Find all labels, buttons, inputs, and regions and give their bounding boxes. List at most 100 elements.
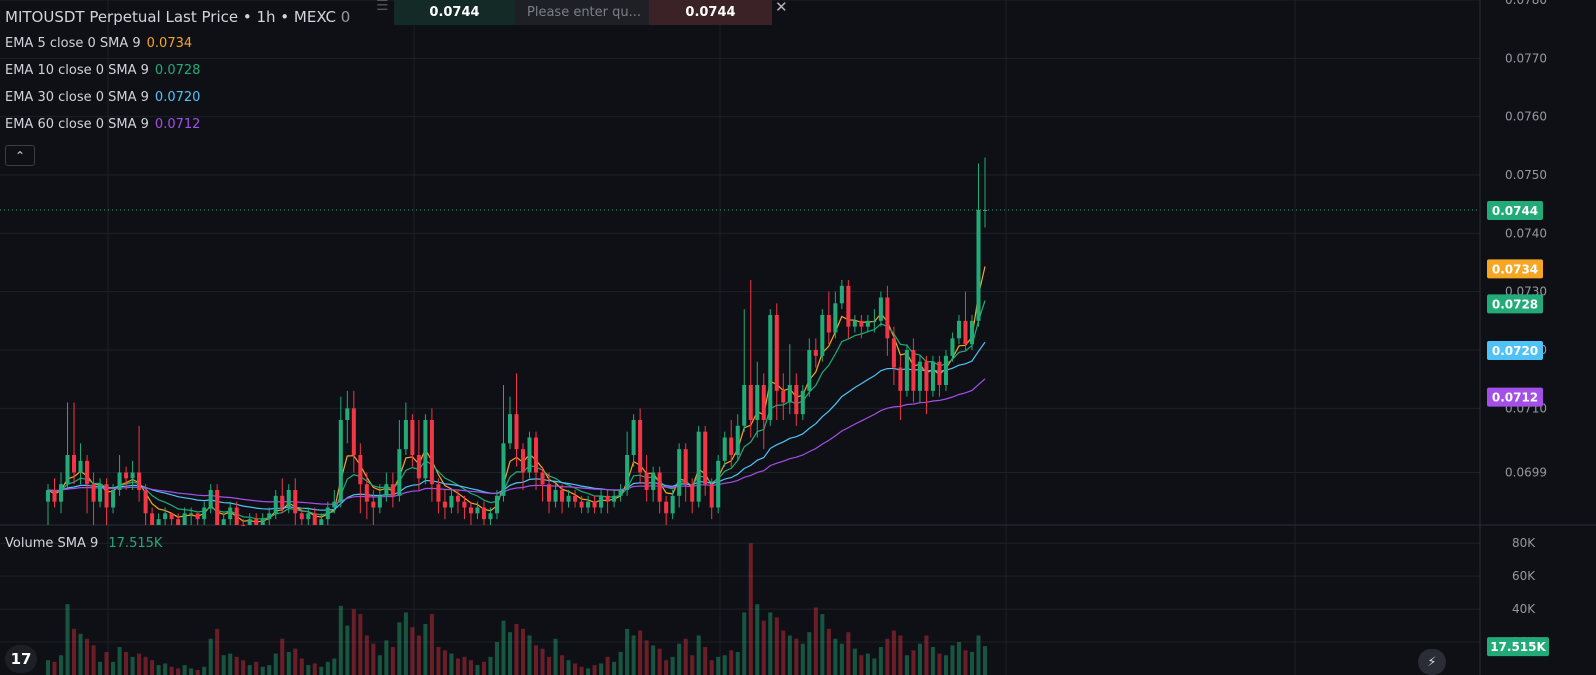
volume-bar <box>78 633 83 675</box>
candle-body <box>442 501 447 508</box>
quantity-input[interactable]: Please enter qu... <box>515 0 649 25</box>
volume-bar <box>416 635 421 675</box>
ema10-legend[interactable]: EMA 10 close 0 SMA 9 0.0728 <box>5 63 200 78</box>
volume-bar <box>963 650 968 675</box>
candle-body <box>878 297 883 321</box>
volume-bar <box>156 665 161 675</box>
volume-bar <box>176 668 181 675</box>
candle-body <box>579 501 584 508</box>
tradingview-logo-icon[interactable]: 17 <box>5 645 37 673</box>
volume-tick-label: 40K <box>1512 602 1536 616</box>
volume-bar <box>625 628 630 675</box>
ema5-legend[interactable]: EMA 5 close 0 SMA 9 0.0734 <box>5 36 192 51</box>
candle-body <box>45 490 51 502</box>
volume-bar <box>670 656 675 675</box>
volume-bar <box>189 668 194 675</box>
candle-body <box>709 484 714 508</box>
candle-body <box>306 513 311 520</box>
volume-bar <box>410 627 415 675</box>
drag-handle-icon[interactable]: ☰ <box>376 0 389 14</box>
candle-body <box>644 472 649 490</box>
price-badge-label: 0.0720 <box>1492 344 1538 358</box>
candle-body <box>670 495 675 514</box>
candle-body <box>449 495 454 508</box>
candle-body <box>599 495 604 508</box>
volume-bar <box>677 643 682 675</box>
candle-body <box>137 472 142 490</box>
candle-body <box>625 455 630 490</box>
ema30-legend[interactable]: EMA 30 close 0 SMA 9 0.0720 <box>5 90 200 105</box>
volume-bar <box>384 640 389 675</box>
volume-bar <box>169 666 174 675</box>
volume-bar <box>768 612 773 675</box>
candle-body <box>969 320 975 345</box>
sell-price-button[interactable]: 0.0744 <box>649 0 772 25</box>
volume-bar <box>377 655 382 675</box>
candle-body <box>924 361 929 391</box>
collapse-legend-button[interactable]: ⌃ <box>5 145 35 166</box>
candle-body <box>195 513 200 520</box>
candle-body <box>299 513 304 520</box>
candle-body <box>917 361 922 391</box>
volume-bar <box>612 661 617 675</box>
volume-bar <box>137 653 142 675</box>
candle-body <box>410 420 415 455</box>
volume-legend[interactable]: Volume SMA 9 17.515K <box>5 536 162 551</box>
buy-price-button[interactable]: 0.0744 <box>394 0 515 25</box>
volume-bar <box>293 648 298 675</box>
volume-bar <box>852 648 857 675</box>
candle-body <box>280 495 285 508</box>
candle-body <box>852 320 857 327</box>
candlestick-chart[interactable]: 0.06990.07100.07200.07300.07400.07500.07… <box>0 0 1596 675</box>
volume-bar <box>943 655 948 675</box>
volume-bar <box>306 665 311 675</box>
volume-bar <box>755 604 760 675</box>
candle-body <box>124 472 129 479</box>
candle-body <box>58 484 64 502</box>
volume-bar <box>182 665 187 675</box>
volume-bar <box>683 638 688 675</box>
candle-body <box>729 437 734 455</box>
volume-bar <box>904 655 909 675</box>
volume-bar <box>722 655 727 675</box>
candle-body <box>254 519 259 525</box>
candle-body <box>221 519 226 525</box>
volume-bar <box>117 647 122 675</box>
candle-body <box>312 513 317 525</box>
ema30-label: EMA 30 close 0 SMA 9 <box>5 90 149 105</box>
symbol-title[interactable]: MITOUSDT Perpetual Last Price • 1h • MEX… <box>5 8 350 26</box>
volume-bar <box>709 660 714 675</box>
candle-body <box>338 420 343 502</box>
candle-body <box>748 385 753 420</box>
candle-body <box>397 449 402 496</box>
volume-bar <box>898 635 903 675</box>
quick-order-panel: 0.0744 Please enter qu... 0.0744 <box>394 0 772 25</box>
price-tick-label: 0.0780 <box>1505 0 1547 7</box>
ema5-label: EMA 5 close 0 SMA 9 <box>5 36 141 51</box>
candle-body <box>690 484 695 502</box>
candle-body <box>774 315 779 391</box>
volume-bar <box>696 635 701 675</box>
candle-body <box>696 431 701 502</box>
volume-bar <box>98 661 103 675</box>
volume-bar <box>319 666 324 675</box>
close-icon[interactable]: ✕ <box>775 0 788 16</box>
lightning-icon[interactable]: ⚡ <box>1418 649 1446 675</box>
volume-bar <box>592 665 597 675</box>
candle-body <box>683 449 688 485</box>
candle-body <box>247 519 252 525</box>
candle-body <box>462 501 467 508</box>
ema60-legend[interactable]: EMA 60 close 0 SMA 9 0.0712 <box>5 117 200 132</box>
candle-body <box>104 484 109 508</box>
volume-bar <box>241 660 246 675</box>
candle-body <box>846 285 851 327</box>
candle-body <box>468 507 473 514</box>
volume-bar <box>364 635 369 675</box>
candle-body <box>163 513 168 520</box>
volume-bar <box>150 660 155 675</box>
candle-body <box>455 495 460 502</box>
volume-bar <box>865 653 870 675</box>
volume-bar <box>475 665 480 675</box>
candle-body <box>943 355 948 385</box>
candle-body <box>657 472 662 502</box>
